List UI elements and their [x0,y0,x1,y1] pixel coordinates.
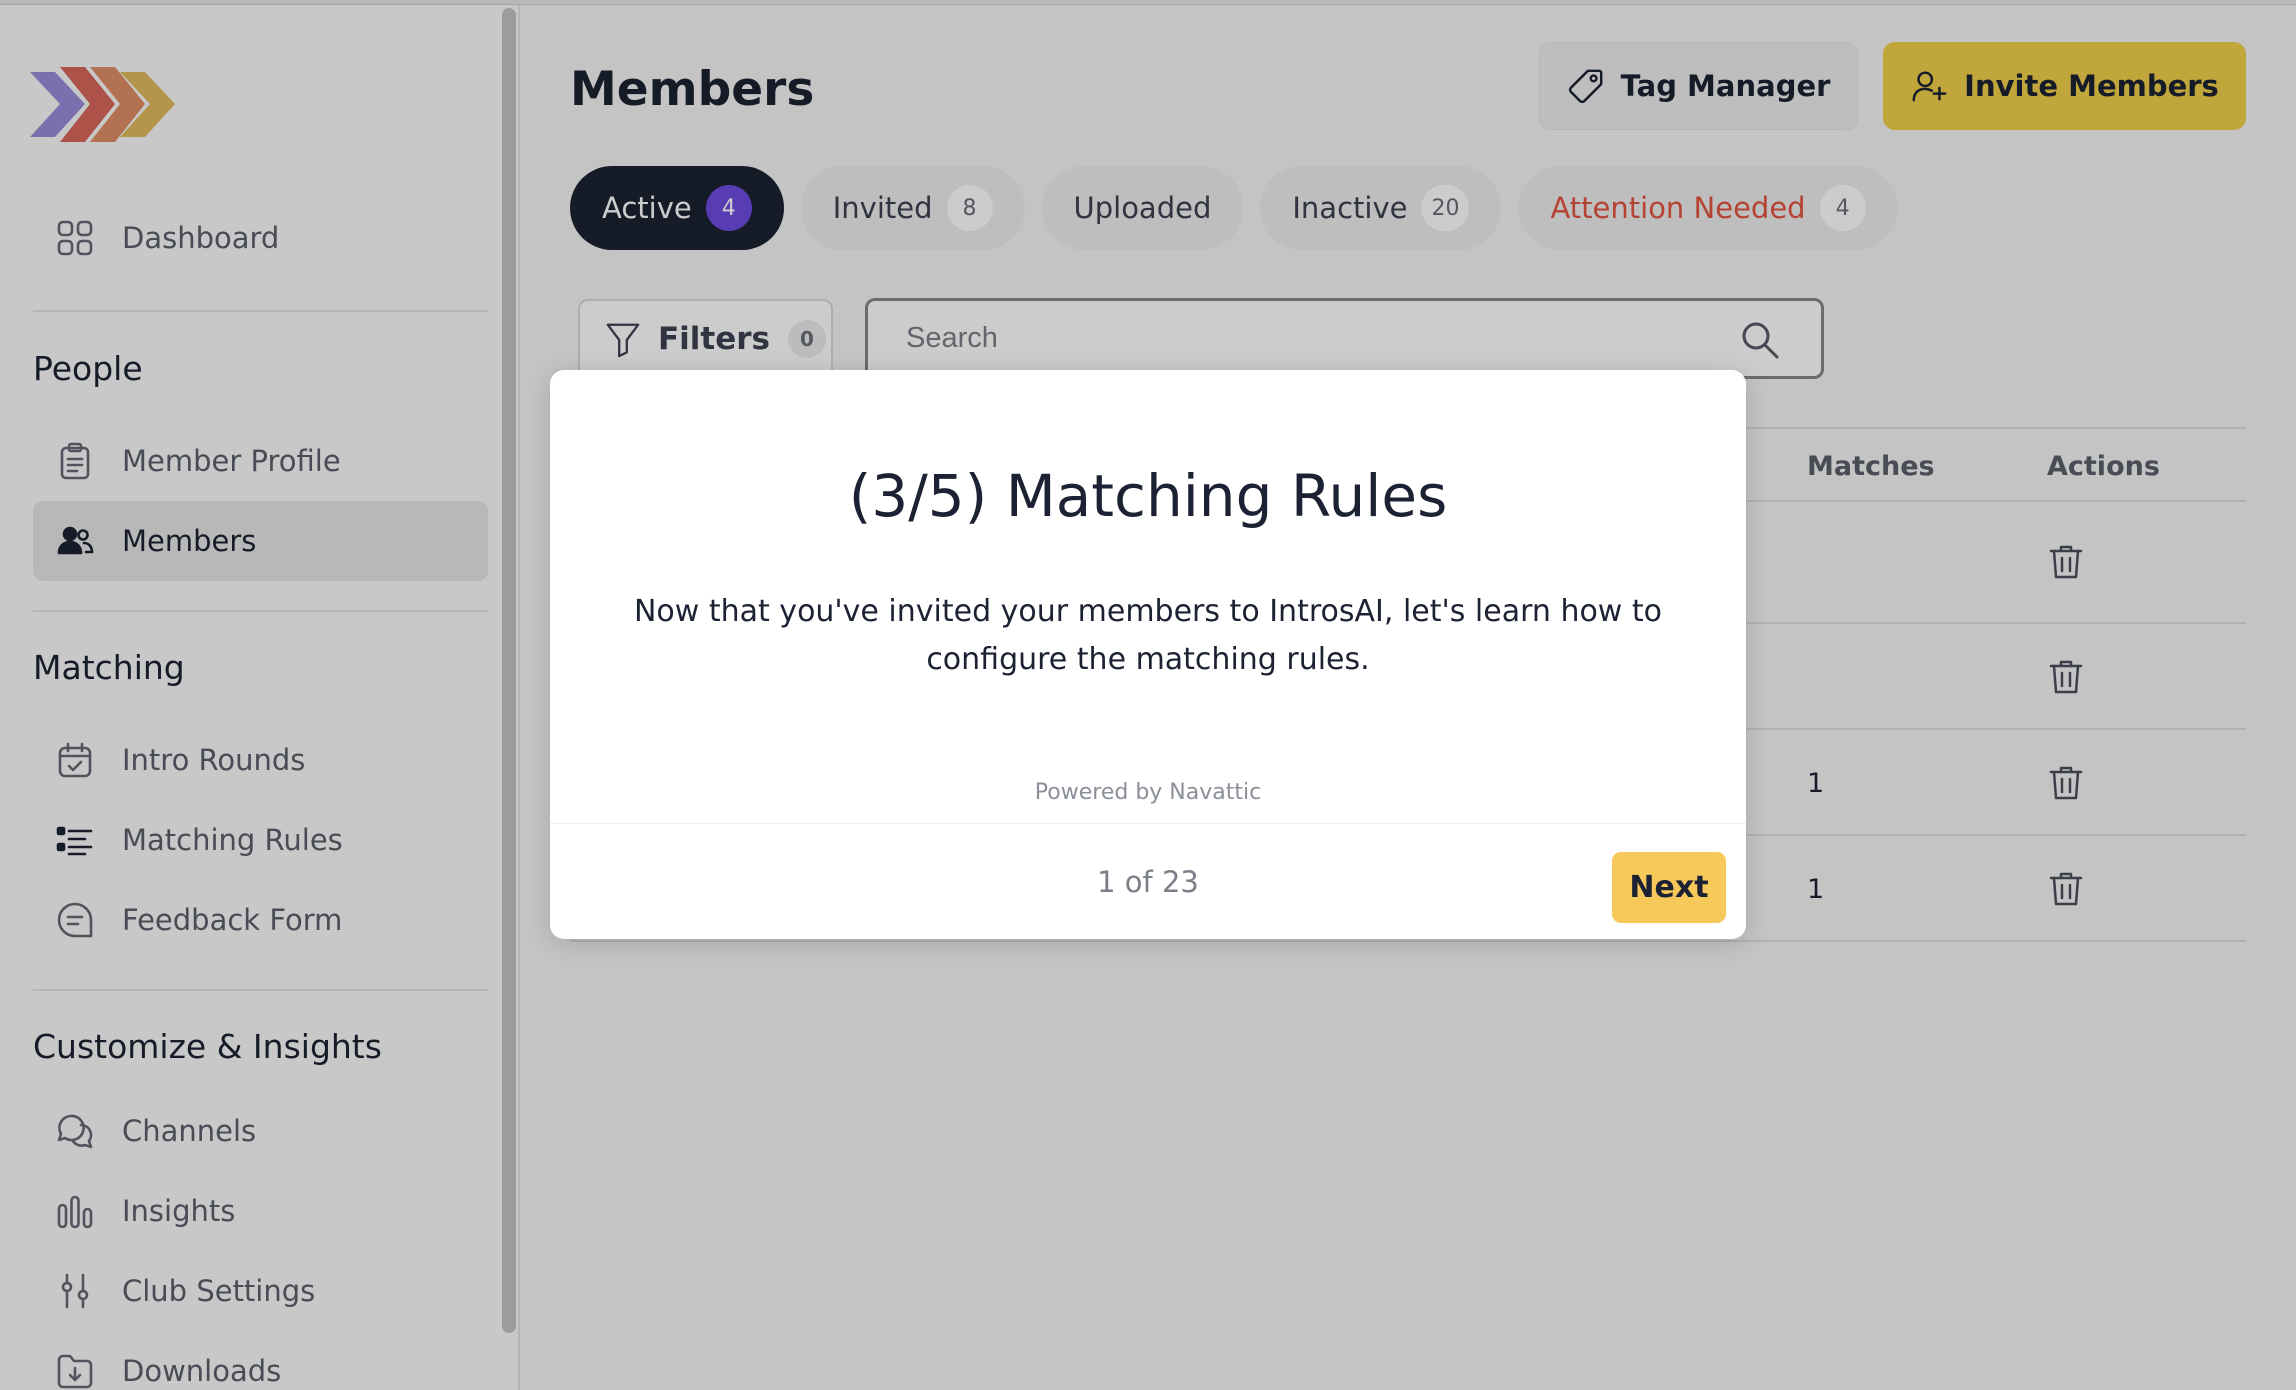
powered-by-link[interactable]: Powered by Navattic [550,780,1746,805]
next-button[interactable]: Next [1612,852,1726,923]
modal-footer: 1 of 23 Next [550,823,1746,939]
step-counter: 1 of 23 [1097,865,1199,899]
modal-body: Now that you've invited your members to … [633,594,1662,677]
app-window: Dashboard People Member Profile Members … [0,0,2296,1390]
tour-modal: (3/5) Matching Rules Now that you've inv… [550,370,1746,939]
modal-title: (3/5) Matching Rules [848,462,1448,530]
